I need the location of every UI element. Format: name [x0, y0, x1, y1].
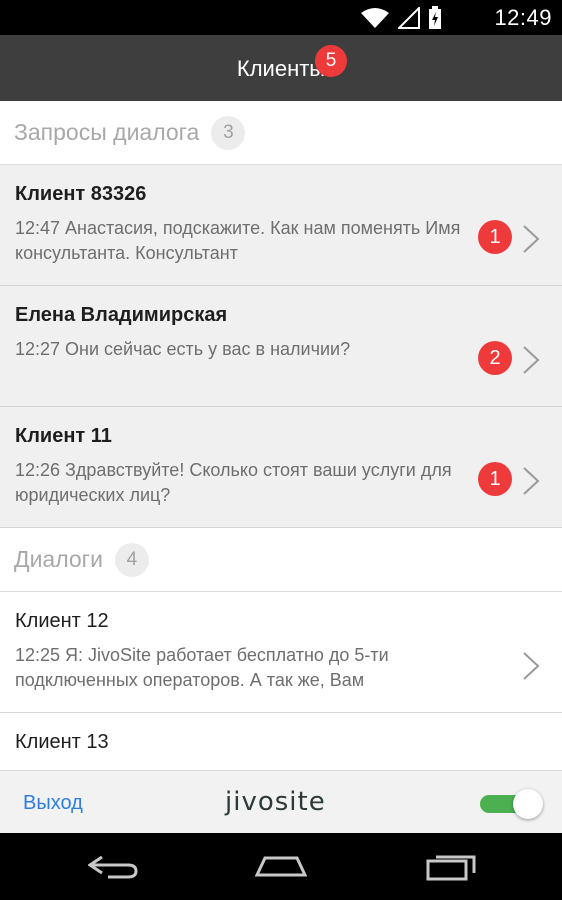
request-row[interactable]: Клиент 83326 12:47 Анастасия, подскажите…	[0, 165, 562, 286]
requests-section-header: Запросы диалога 3	[0, 101, 562, 165]
client-name: Клиент 83326	[15, 183, 147, 205]
unread-badge: 1	[478, 462, 512, 496]
home-icon[interactable]	[255, 855, 307, 877]
client-name: Елена Владимирская	[15, 304, 228, 326]
dialog-row[interactable]: Клиент 12 12:25 Я: JivoSite работает бес…	[0, 592, 562, 713]
battery-charging-icon	[429, 6, 441, 29]
request-row[interactable]: Елена Владимирская 12:27 Они сейчас есть…	[0, 286, 562, 407]
chevron-right-icon	[523, 346, 540, 374]
status-time: 12:49	[494, 5, 552, 30]
app-header: Клиенты 5	[0, 35, 562, 101]
dialogs-section-label: Диалоги	[14, 546, 103, 572]
unread-badge: 2	[478, 341, 512, 375]
online-toggle[interactable]	[480, 789, 543, 819]
back-icon[interactable]	[88, 855, 138, 879]
bottom-bar: Выход jivosite	[0, 770, 562, 833]
last-message: 12:26 Здравствуйте! Сколько стоят ваши у…	[15, 460, 452, 505]
wifi-icon	[361, 8, 389, 28]
logo-text: jivosite	[225, 787, 326, 817]
client-list[interactable]: Запросы диалога 3 Клиент 83326 12:47 Ана…	[0, 101, 562, 770]
recent-apps-icon[interactable]	[426, 851, 478, 881]
page-title: Клиенты	[236, 56, 326, 81]
client-name: Клиент 11	[15, 425, 112, 447]
request-row[interactable]: Клиент 11 12:26 Здравствуйте! Сколько ст…	[0, 407, 562, 528]
requests-section-label: Запросы диалога	[14, 119, 200, 145]
system-nav-bar	[0, 833, 562, 900]
client-name: Клиент 13	[15, 731, 109, 753]
status-icons	[360, 6, 442, 30]
chevron-right-icon	[523, 652, 540, 680]
jivosite-logo: jivosite	[225, 785, 326, 819]
chevron-right-icon	[523, 225, 540, 253]
unread-badge: 1	[478, 220, 512, 254]
last-message: 12:27 Они сейчас есть у вас в наличии?	[15, 339, 351, 359]
chevron-right-icon	[523, 467, 540, 495]
status-bar: 12:49	[0, 0, 562, 35]
signal-icon	[398, 7, 420, 29]
exit-button[interactable]: Выход	[23, 792, 83, 815]
client-name: Клиент 12	[15, 610, 109, 632]
requests-section-count: 3	[211, 115, 246, 150]
dialogs-section-count: 4	[114, 542, 149, 577]
toggle-knob	[513, 789, 543, 819]
header-count-badge: 5	[315, 45, 347, 77]
last-message: 12:25 Я: JivoSite работает бесплатно до …	[15, 645, 389, 690]
dialogs-section-header: Диалоги 4	[0, 528, 562, 592]
last-message: 12:47 Анастасия, подскажите. Как нам пом…	[15, 218, 461, 263]
dialog-row[interactable]: Клиент 13	[0, 713, 562, 770]
